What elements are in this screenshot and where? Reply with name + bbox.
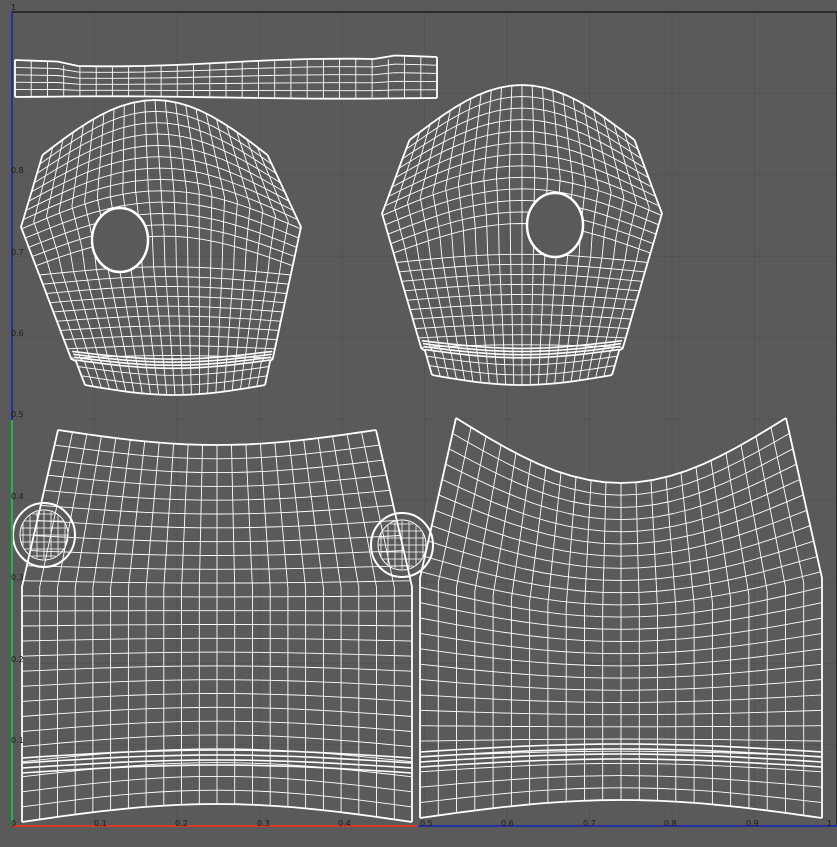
v-tick-0-1: 0.1 [11, 736, 24, 745]
v-tick-0-3: 0.3 [11, 573, 24, 582]
u-tick-0-4: 0.4 [338, 819, 351, 828]
uv-editor-viewport[interactable]: 0 1 0.1 0.2 0.3 0.4 0.5 0.6 0.7 0.8 0.1 … [0, 0, 837, 847]
v-tick-0-7: 0.7 [11, 248, 24, 257]
v-tick-0-4: 0.4 [11, 492, 24, 501]
u-tick-0-3: 0.3 [257, 819, 270, 828]
v-tick-0-8: 0.8 [11, 166, 24, 175]
u-tick-0-8: 0.8 [664, 819, 677, 828]
u-tick-0-5: 0.5 [420, 819, 433, 828]
origin-label: 0 [11, 819, 16, 828]
v-tick-0-5: 0.5 [11, 410, 24, 419]
uv-island-left-button[interactable] [12, 502, 76, 568]
u-tick-0-7: 0.7 [583, 819, 596, 828]
sleeve-hole [90, 206, 150, 274]
u-tick-1: 1 [827, 819, 832, 828]
v-tick-0-6: 0.6 [11, 329, 24, 338]
u-tick-0-1: 0.1 [94, 819, 107, 828]
u-tick-0-9: 0.9 [746, 819, 759, 828]
u-tick-0-6: 0.6 [501, 819, 514, 828]
sleeve-hole [525, 191, 585, 259]
u-tick-0-2: 0.2 [175, 819, 188, 828]
top-label: 1 [11, 3, 16, 12]
uv-island-right-button[interactable] [370, 512, 434, 578]
v-tick-0-2: 0.2 [11, 655, 24, 664]
